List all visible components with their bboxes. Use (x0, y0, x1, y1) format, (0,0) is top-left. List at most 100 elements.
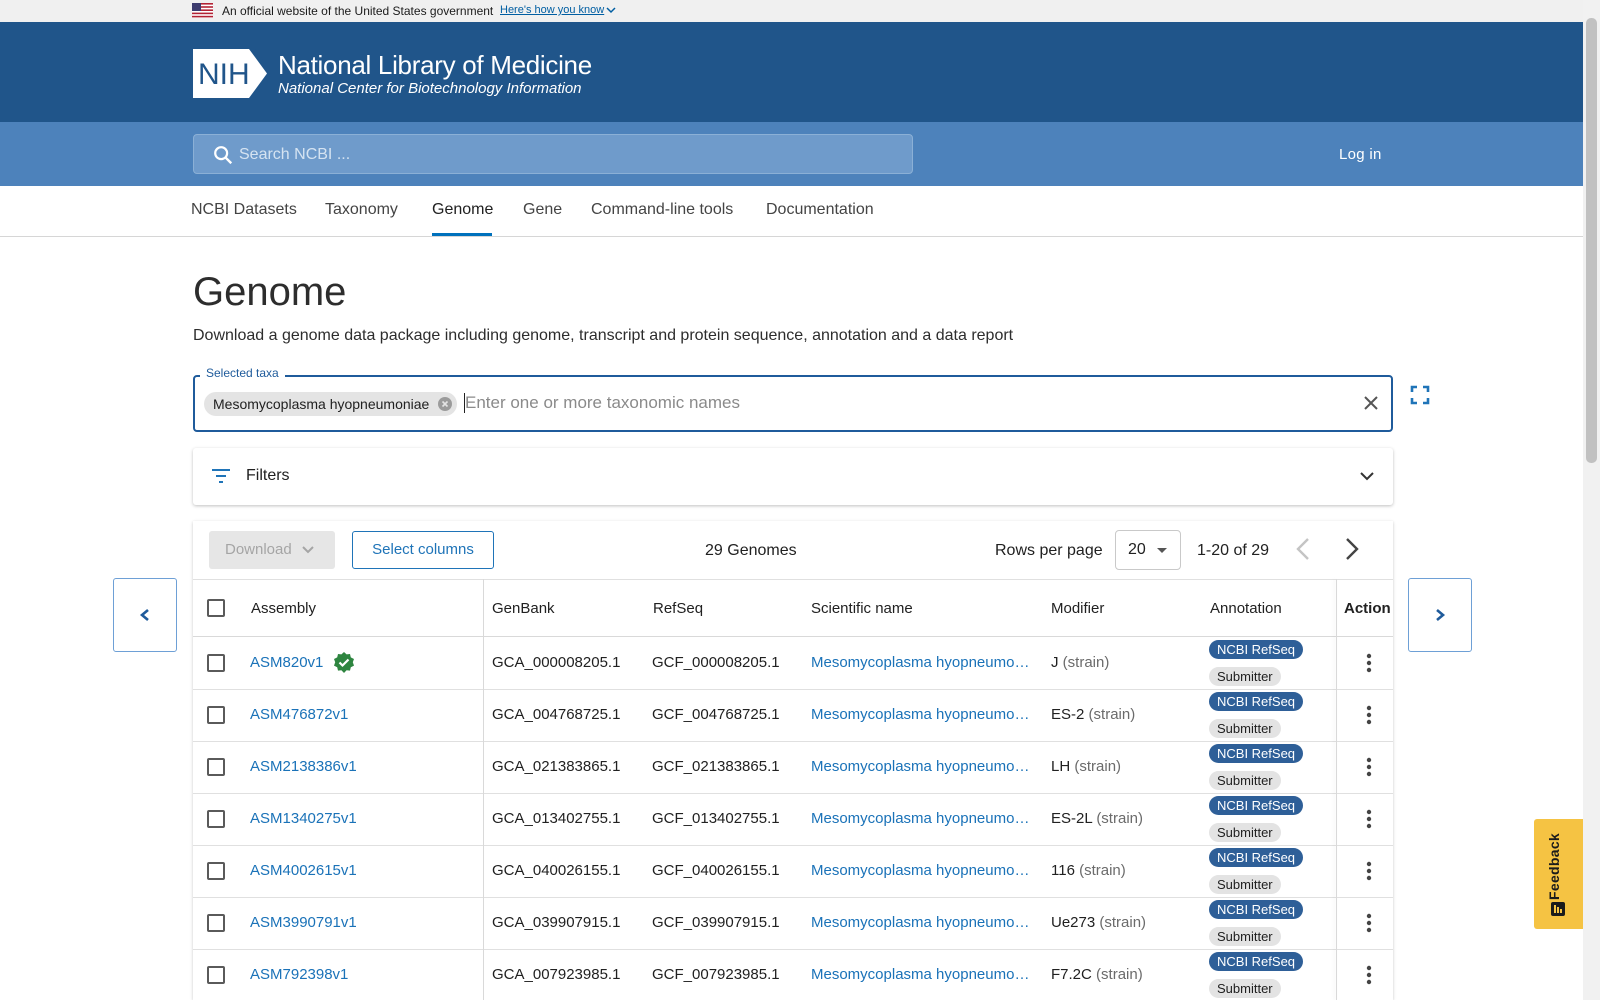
column-header-refseq[interactable]: RefSeq (653, 600, 703, 617)
annotation-badge-submitter: Submitter (1209, 875, 1281, 894)
modifier-type: (strain) (1079, 862, 1126, 879)
assembly-link[interactable]: ASM476872v1 (250, 706, 348, 723)
rows-per-page-select[interactable]: 20 (1115, 530, 1181, 570)
remove-chip-icon[interactable] (438, 397, 453, 411)
row-checkbox[interactable] (207, 758, 225, 776)
column-header-annotation[interactable]: Annotation (1210, 600, 1282, 617)
more-actions-icon[interactable] (1357, 651, 1381, 675)
table-row: ASM2138386v1 GCA_021383865.1 GCF_021383865… (193, 741, 1393, 794)
active-tab-indicator (432, 233, 492, 236)
modifier: J (strain) (1051, 654, 1109, 671)
feedback-button[interactable]: Feedback (1534, 819, 1586, 929)
more-actions-icon[interactable] (1357, 859, 1381, 883)
assembly-link[interactable]: ASM820v1 (250, 654, 323, 671)
genbank-accession: GCA_039907915.1 (492, 914, 621, 931)
scientific-name-link[interactable]: Mesomycoplasma hyopneumoniae (811, 758, 1031, 775)
chevron-left-icon (139, 609, 149, 621)
column-header-genbank[interactable]: GenBank (492, 600, 555, 617)
filter-icon (212, 469, 230, 483)
nlm-title[interactable]: National Library of Medicine (278, 50, 592, 81)
refseq-accession: GCF_004768725.1 (652, 706, 780, 723)
refseq-accession: GCF_007923985.1 (652, 966, 780, 983)
search-input[interactable]: Search NCBI ... (193, 134, 913, 174)
taxa-placeholder: Enter one or more taxonomic names (465, 393, 740, 412)
more-actions-icon[interactable] (1357, 703, 1381, 727)
tab-genome[interactable]: Genome (432, 201, 493, 219)
assembly-link[interactable]: ASM2138386v1 (250, 758, 357, 775)
assembly-link[interactable]: ASM4002615v1 (250, 862, 357, 879)
download-label: Download (225, 541, 292, 558)
scroll-right-button[interactable] (1408, 578, 1472, 652)
tab-gene[interactable]: Gene (523, 201, 562, 219)
more-actions-icon[interactable] (1357, 755, 1381, 779)
fullscreen-icon[interactable] (1410, 385, 1430, 405)
column-header-assembly[interactable]: Assembly (251, 600, 316, 617)
scroll-left-button[interactable] (113, 578, 177, 652)
tab-documentation[interactable]: Documentation (766, 201, 874, 219)
page-description: Download a genome data package including… (193, 327, 1014, 344)
scientific-name-link[interactable]: Mesomycoplasma hyopneumoniae (811, 810, 1031, 827)
heres-how-you-know-link[interactable]: Here's how you know (500, 4, 616, 16)
nih-logo[interactable]: NIH (193, 49, 271, 98)
more-actions-icon[interactable] (1357, 963, 1381, 987)
assembly-link[interactable]: ASM3990791v1 (250, 914, 357, 931)
row-checkbox[interactable] (207, 810, 225, 828)
genbank-accession: GCA_021383865.1 (492, 758, 621, 775)
assembly-link[interactable]: ASM792398v1 (250, 966, 348, 983)
tab-taxonomy[interactable]: Taxonomy (325, 201, 398, 219)
more-actions-icon[interactable] (1357, 807, 1381, 831)
annotation-badge-submitter: Submitter (1209, 979, 1281, 998)
search-icon (214, 146, 233, 165)
nih-logo-text: NIH (198, 58, 250, 91)
modifier-value: LH (1051, 758, 1071, 775)
modifier-value: J (1051, 654, 1059, 671)
annotation-badge-submitter: Submitter (1209, 667, 1281, 686)
column-divider (483, 579, 484, 1000)
row-checkbox[interactable] (207, 862, 225, 880)
assembly-link[interactable]: ASM1340275v1 (250, 810, 357, 827)
login-link[interactable]: Log in (1339, 146, 1382, 163)
row-checkbox[interactable] (207, 706, 225, 724)
column-header-scientific-name[interactable]: Scientific name (811, 600, 913, 617)
annotation-badge-refseq: NCBI RefSeq (1209, 952, 1304, 971)
genbank-accession: GCA_040026155.1 (492, 862, 621, 879)
verified-badge-icon (334, 652, 354, 673)
column-header-modifier[interactable]: Modifier (1051, 600, 1104, 617)
scientific-name-link[interactable]: Mesomycoplasma hyopneumoniae (811, 862, 1031, 879)
previous-page-icon[interactable] (1291, 536, 1317, 562)
next-page-icon[interactable] (1338, 536, 1364, 562)
select-all-checkbox[interactable] (207, 599, 225, 617)
row-checkbox[interactable] (207, 966, 225, 984)
filters-panel[interactable]: Filters (193, 448, 1393, 505)
tab-ncbi-datasets[interactable]: NCBI Datasets (191, 201, 297, 219)
modifier: LH (strain) (1051, 758, 1121, 775)
gov-banner: An official website of the United States… (0, 0, 1583, 22)
column-divider (1336, 579, 1337, 1000)
tab-command-line-tools[interactable]: Command-line tools (591, 201, 733, 219)
filters-label: Filters (246, 467, 290, 484)
annotation-badge-refseq: NCBI RefSeq (1209, 744, 1304, 763)
table-row: ASM3990791v1 GCA_039907915.1 GCF_039907915… (193, 897, 1393, 950)
scientific-name-link[interactable]: Mesomycoplasma hyopneumoniae (811, 706, 1031, 723)
more-actions-icon[interactable] (1357, 911, 1381, 935)
clear-icon[interactable] (1362, 394, 1380, 412)
rows-per-page-label: Rows per page (995, 542, 1103, 559)
feedback-icon (1551, 902, 1565, 916)
annotation-badge-refseq: NCBI RefSeq (1209, 692, 1304, 711)
chevron-down-icon (1360, 472, 1374, 481)
modifier: F7.2C (strain) (1051, 966, 1143, 983)
taxon-chip[interactable]: Mesomycoplasma hyopneumoniae (204, 392, 458, 416)
annotation-badge-submitter: Submitter (1209, 927, 1281, 946)
scientific-name-link[interactable]: Mesomycoplasma hyopneumoniae (811, 966, 1031, 983)
modifier-type: (strain) (1096, 966, 1143, 983)
scrollbar-thumb[interactable] (1586, 18, 1597, 463)
download-button[interactable]: Download (209, 531, 335, 569)
row-checkbox[interactable] (207, 914, 225, 932)
modifier-type: (strain) (1062, 654, 1110, 671)
genome-table-panel: Download Select columns 29 Genomes Rows … (193, 521, 1393, 1000)
select-columns-button[interactable]: Select columns (352, 531, 494, 569)
scientific-name-link[interactable]: Mesomycoplasma hyopneumoniae (811, 914, 1031, 931)
row-checkbox[interactable] (207, 654, 225, 672)
annotation-badge-submitter: Submitter (1209, 823, 1281, 842)
scientific-name-link[interactable]: Mesomycoplasma hyopneumoniae (811, 654, 1031, 671)
